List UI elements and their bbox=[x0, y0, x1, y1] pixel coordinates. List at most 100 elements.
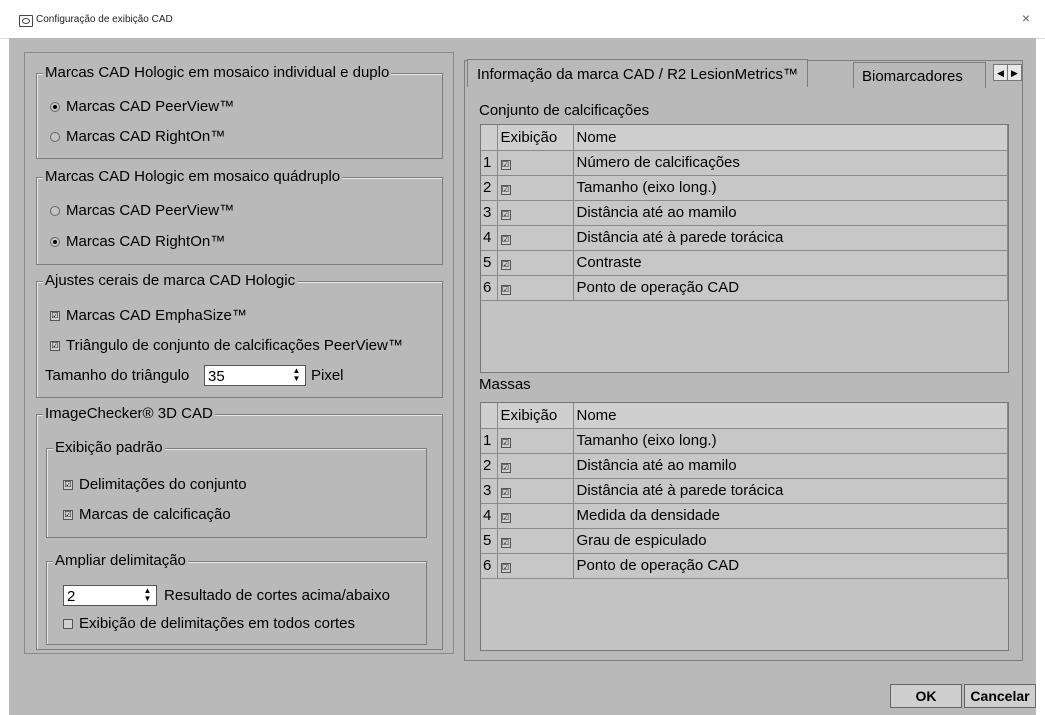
checkbox-calc-marks[interactable]: ☑ Marcas de calcificação bbox=[63, 506, 231, 524]
name-cell: Contraste bbox=[573, 250, 1008, 276]
table-row[interactable]: 4 ☑ Medida da densidade bbox=[481, 503, 1008, 529]
table-row[interactable]: 6 ☑ Ponto de operação CAD bbox=[481, 275, 1008, 301]
checkbox-all-slices[interactable]: Exibição de delimitações em todos cortes bbox=[63, 615, 355, 633]
checkbox-label: Triângulo de conjunto de calcificações P… bbox=[66, 337, 403, 354]
table-row[interactable]: 5 ☑ Grau de espiculado bbox=[481, 528, 1008, 554]
group-3d-cad-legend: ImageChecker® 3D CAD bbox=[43, 405, 215, 423]
table-row[interactable]: 3 ☑ Distância até à parede torácica bbox=[481, 478, 1008, 504]
checkbox-box: ☑ bbox=[50, 311, 60, 321]
grid-header-row: Exibição Nome bbox=[481, 403, 1008, 429]
spinner-arrows-icon[interactable]: ▲ ▼ bbox=[290, 367, 303, 384]
name-column-header[interactable]: Nome bbox=[573, 125, 1008, 151]
display-checkbox[interactable]: ☑ bbox=[500, 285, 511, 295]
window-title: Configuração de exibição CAD bbox=[36, 14, 173, 25]
radio-single-righton[interactable]: Marcas CAD RightOn™ bbox=[50, 128, 225, 146]
tab-scroll-left-icon[interactable]: ◀ bbox=[993, 64, 1008, 81]
name-column-header[interactable]: Nome bbox=[573, 403, 1008, 429]
name-cell: Ponto de operação CAD bbox=[573, 553, 1008, 579]
group-quad-legend: Marcas CAD Hologic em mosaico quádruplo bbox=[43, 168, 343, 186]
radio-quad-peerview[interactable]: Marcas CAD PeerView™ bbox=[50, 202, 234, 220]
display-checkbox[interactable]: ☑ bbox=[500, 563, 511, 573]
table-row[interactable]: 5 ☑ Contraste bbox=[481, 250, 1008, 276]
ok-button[interactable]: OK bbox=[890, 684, 962, 708]
display-cell: ☑ bbox=[497, 250, 574, 276]
row-number: 6 bbox=[481, 275, 498, 301]
display-cell: ☑ bbox=[497, 150, 574, 176]
table-row[interactable]: 4 ☑ Distância até à parede torácica bbox=[481, 225, 1008, 251]
radio-single-peerview[interactable]: Marcas CAD PeerView™ bbox=[50, 98, 234, 116]
group-quad: Marcas CAD Hologic em mosaico quádruplo … bbox=[36, 168, 443, 265]
masses-title: Massas bbox=[479, 376, 531, 393]
group-single-dual: Marcas CAD Hologic em mosaico individual… bbox=[36, 64, 443, 159]
cancel-button[interactable]: Cancelar bbox=[964, 684, 1036, 708]
display-checkbox[interactable]: ☑ bbox=[500, 488, 511, 498]
name-cell: Medida da densidade bbox=[573, 503, 1008, 529]
name-cell: Tamanho (eixo long.) bbox=[573, 428, 1008, 454]
default-display-legend: Exibição padrão bbox=[53, 439, 165, 457]
display-column-header[interactable]: Exibição bbox=[497, 403, 574, 429]
group-general: Ajustes cerais de marca CAD Hologic ☑ Ma… bbox=[36, 272, 443, 398]
row-number: 2 bbox=[481, 175, 498, 201]
table-row[interactable]: 2 ☑ Tamanho (eixo long.) bbox=[481, 175, 1008, 201]
tab-scroll-right-icon[interactable]: ▶ bbox=[1007, 64, 1022, 81]
row-number: 2 bbox=[481, 453, 498, 479]
display-cell: ☑ bbox=[497, 225, 574, 251]
checkbox-triangle[interactable]: ☑ Triângulo de conjunto de calcificações… bbox=[50, 337, 403, 355]
radio-indicator bbox=[50, 132, 60, 142]
slices-spinner[interactable]: 2 ▲ ▼ bbox=[63, 585, 157, 606]
checkbox-box: ☑ bbox=[63, 510, 73, 520]
display-checkbox[interactable]: ☑ bbox=[500, 235, 511, 245]
tab-cad-mark-info[interactable]: Informação da marca CAD / R2 LesionMetri… bbox=[467, 59, 808, 87]
display-checkbox[interactable]: ☑ bbox=[500, 538, 511, 548]
table-row[interactable]: 6 ☑ Ponto de operação CAD bbox=[481, 553, 1008, 579]
name-cell: Distância até à parede torácica bbox=[573, 225, 1008, 251]
extend-outline-legend: Ampliar delimitação bbox=[53, 552, 188, 570]
row-number: 1 bbox=[481, 428, 498, 454]
checkbox-box: ☑ bbox=[63, 480, 73, 490]
display-cell: ☑ bbox=[497, 175, 574, 201]
triangle-size-unit: Pixel bbox=[311, 367, 344, 384]
checkbox-label: Marcas de calcificação bbox=[79, 506, 231, 523]
table-row[interactable]: 2 ☑ Distância até ao mamilo bbox=[481, 453, 1008, 479]
display-checkbox[interactable]: ☑ bbox=[500, 513, 511, 523]
row-number: 4 bbox=[481, 225, 498, 251]
checkbox-cluster-outlines[interactable]: ☑ Delimitações do conjunto bbox=[63, 476, 247, 494]
display-column-header[interactable]: Exibição bbox=[497, 125, 574, 151]
radio-label: Marcas CAD PeerView™ bbox=[66, 98, 235, 115]
display-cell: ☑ bbox=[497, 453, 574, 479]
checkbox-label: Marcas CAD EmphaSize™ bbox=[66, 307, 247, 324]
display-checkbox[interactable]: ☑ bbox=[500, 463, 511, 473]
group-general-legend: Ajustes cerais de marca CAD Hologic bbox=[43, 272, 298, 290]
group-single-dual-legend: Marcas CAD Hologic em mosaico individual… bbox=[43, 64, 392, 82]
row-number-header bbox=[481, 125, 498, 151]
spinner-arrows-icon[interactable]: ▲ ▼ bbox=[141, 587, 154, 604]
name-cell: Tamanho (eixo long.) bbox=[573, 175, 1008, 201]
radio-label: Marcas CAD RightOn™ bbox=[66, 128, 226, 145]
display-cell: ☑ bbox=[497, 200, 574, 226]
calc-set-grid: Exibição Nome 1 ☑ Número de calcificações 2… bbox=[480, 124, 1009, 373]
table-row[interactable]: 3 ☑ Distância até ao mamilo bbox=[481, 200, 1008, 226]
row-number: 5 bbox=[481, 250, 498, 276]
grid-header-row: Exibição Nome bbox=[481, 125, 1008, 151]
table-row[interactable]: 1 ☑ Tamanho (eixo long.) bbox=[481, 428, 1008, 454]
display-checkbox[interactable]: ☑ bbox=[500, 160, 511, 170]
table-row[interactable]: 1 ☑ Número de calcificações bbox=[481, 150, 1008, 176]
display-checkbox[interactable]: ☑ bbox=[500, 210, 511, 220]
close-icon[interactable]: × bbox=[1017, 10, 1035, 26]
group-extend-outline: Ampliar delimitação 2 ▲ ▼ Resultado de co… bbox=[46, 552, 427, 645]
display-checkbox[interactable]: ☑ bbox=[500, 185, 511, 195]
tab-biomarkers[interactable]: Biomarcadores bbox=[853, 62, 986, 88]
display-cell: ☑ bbox=[497, 528, 574, 554]
display-checkbox[interactable]: ☑ bbox=[500, 260, 511, 270]
title-bar: Configuração de exibição CAD × bbox=[0, 0, 1045, 39]
checkbox-emphasize[interactable]: ☑ Marcas CAD EmphaSize™ bbox=[50, 307, 247, 325]
name-cell: Grau de espiculado bbox=[573, 528, 1008, 554]
display-cell: ☑ bbox=[497, 503, 574, 529]
radio-indicator bbox=[50, 102, 60, 112]
slices-value: 2 bbox=[67, 588, 76, 605]
calc-set-title: Conjunto de calcificações bbox=[479, 102, 650, 119]
triangle-size-spinner[interactable]: 35 ▲ ▼ bbox=[204, 365, 306, 386]
display-checkbox[interactable]: ☑ bbox=[500, 438, 511, 448]
radio-label: Marcas CAD RightOn™ bbox=[66, 233, 226, 250]
radio-quad-righton[interactable]: Marcas CAD RightOn™ bbox=[50, 233, 225, 251]
